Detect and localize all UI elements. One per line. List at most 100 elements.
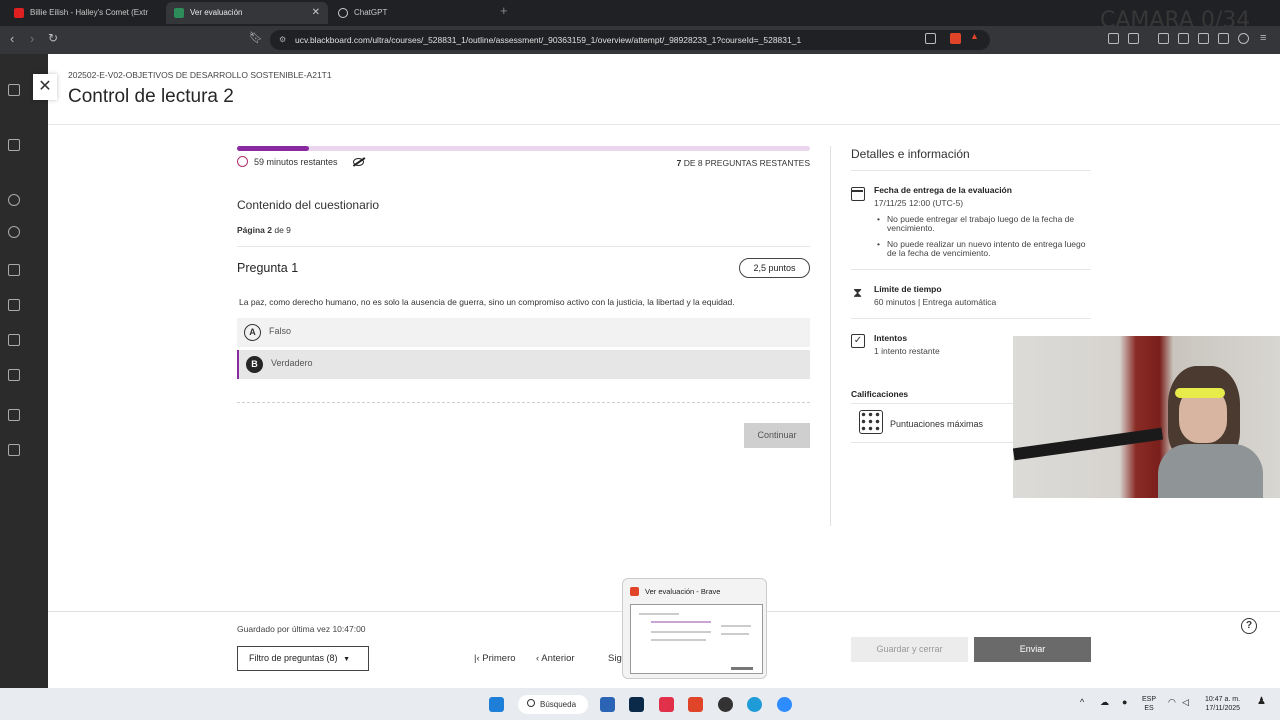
details-title: Detalles e información <box>851 147 970 161</box>
vpn-icon[interactable] <box>1218 33 1229 44</box>
option-b[interactable]: B Verdadero <box>237 350 810 379</box>
start-icon[interactable] <box>489 697 504 712</box>
brave-shields-icon[interactable] <box>950 33 961 44</box>
language-bottom: ES <box>1144 705 1154 712</box>
time-remaining-text: 59 minutos restantes <box>254 157 338 167</box>
preview-thumbnail <box>630 604 763 674</box>
onedrive-icon[interactable]: ☁ <box>1100 698 1109 707</box>
tab-label: ChatGPT <box>354 8 388 17</box>
screenshot-icon[interactable] <box>1128 33 1139 44</box>
brave-browser-icon[interactable] <box>688 697 703 712</box>
new-tab-icon[interactable]: + <box>500 3 508 18</box>
first-page-button[interactable]: |‹ Primero <box>474 653 516 664</box>
option-label: Verdadero <box>271 358 313 368</box>
help-icon[interactable]: ? <box>1241 618 1257 634</box>
wallet-icon[interactable] <box>1198 33 1209 44</box>
tab-ver-evaluacion[interactable]: Ver evaluación ✕ <box>166 2 328 24</box>
due-note: No puede entregar el trabajo luego de la… <box>877 215 1093 233</box>
notification-bell-icon[interactable]: ♟ <box>1257 697 1266 707</box>
clock-date: 17/11/2025 <box>1205 705 1241 712</box>
calendar-icon <box>8 299 20 311</box>
preview-title: Ver evaluación - Brave <box>645 587 721 596</box>
back-icon[interactable]: ‹ <box>10 31 14 46</box>
mic-tray-icon[interactable]: ● <box>1122 698 1127 707</box>
due-date-value: 17/11/25 12:00 (UTC-5) <box>874 198 964 208</box>
clock[interactable]: 10:47 a. m. 17/11/2025 <box>1205 695 1240 713</box>
photoshop-icon[interactable] <box>629 697 644 712</box>
page-title: Control de lectura 2 <box>68 86 234 107</box>
language-indicator[interactable]: ESP ES <box>1142 695 1156 713</box>
music-app-icon[interactable] <box>659 697 674 712</box>
page-total: de 9 <box>274 225 291 235</box>
microphone-arm <box>1013 427 1164 461</box>
option-letter: B <box>246 356 263 373</box>
obs-icon[interactable] <box>718 697 733 712</box>
grades-heading: Calificaciones <box>851 389 909 399</box>
due-note: No puede realizar un nuevo intento de en… <box>877 240 1093 258</box>
reload-icon[interactable]: ↻ <box>48 31 58 45</box>
brave-rewards-icon[interactable]: ▲ <box>970 31 981 42</box>
next-page-button[interactable]: Sig <box>608 653 622 664</box>
search-icon <box>527 699 535 707</box>
header-divider <box>48 124 1280 125</box>
dimmed-course-sidebar <box>0 54 48 688</box>
questions-remaining: 7 DE 8 PREGUNTAS RESTANTES <box>608 158 810 168</box>
taskbar-search[interactable]: Búsqueda <box>518 695 588 714</box>
question-title: Pregunta 1 <box>237 261 299 275</box>
extensions-icon[interactable] <box>1108 33 1119 44</box>
tab-chatgpt[interactable]: ChatGPT <box>330 2 490 24</box>
person-body <box>1158 444 1263 498</box>
vertical-divider <box>830 146 831 526</box>
forward-icon[interactable]: › <box>30 31 34 46</box>
submit-button[interactable]: Enviar <box>974 637 1091 662</box>
option-letter: A <box>244 324 261 341</box>
volume-icon[interactable]: ◁ <box>1182 698 1189 707</box>
close-tab-icon[interactable]: ✕ <box>312 2 320 24</box>
clock-time: 10:47 a. m. <box>1205 696 1241 703</box>
previous-page-button[interactable]: ‹ Anterior <box>536 653 575 664</box>
menu-icon[interactable]: ≡ <box>1260 32 1266 44</box>
browser-tab-bar: Billie Eilish - Halley's Comet (Extr Ver… <box>0 0 1280 33</box>
edge-icon[interactable] <box>747 697 762 712</box>
previous-label: Anterior <box>541 653 575 664</box>
bookmark-icon[interactable]: 🔖︎ <box>249 31 263 44</box>
site-info-icon[interactable]: ⚙ <box>279 30 286 50</box>
windows-taskbar: Búsqueda ^ ☁ ● ESP ES ◠ ◁ 10:47 a. m. 17… <box>0 688 1280 720</box>
tab-billie-eilish[interactable]: Billie Eilish - Halley's Comet (Extr <box>6 2 164 24</box>
last-saved-text: Guardado por última vez 10:47:00 <box>237 624 366 634</box>
hide-timer-icon[interactable] <box>353 158 364 166</box>
attempts-value: 1 intento restante <box>874 346 940 356</box>
tab-label: Ver evaluación <box>190 8 243 17</box>
address-bar-row: ‹ › ↻ 🔖︎ ⚙ ucv.blackboard.com/ultra/cour… <box>0 26 1280 54</box>
timer-icon <box>237 156 248 167</box>
url-field[interactable]: ⚙ ucv.blackboard.com/ultra/courses/_5288… <box>270 30 990 50</box>
divider <box>851 318 1091 319</box>
option-a[interactable]: A Falso <box>237 318 810 347</box>
continue-button[interactable]: Continuar <box>744 423 810 448</box>
tray-chevron-icon[interactable]: ^ <box>1080 698 1084 707</box>
next-label: Sig <box>608 653 622 664</box>
due-date-heading: Fecha de entrega de la evaluación <box>874 185 1012 195</box>
question-filter-dropdown[interactable]: Filtro de preguntas (8) ▼ <box>237 646 369 671</box>
progress-fill <box>237 146 309 151</box>
points-badge: 2,5 puntos <box>739 258 810 278</box>
save-and-close-button[interactable]: Guardar y cerrar <box>851 637 968 662</box>
store-icon[interactable] <box>600 697 615 712</box>
divider <box>851 269 1091 270</box>
share-icon[interactable] <box>925 33 936 44</box>
taskbar-window-preview[interactable]: Ver evaluación - Brave <box>622 578 767 679</box>
page-number: Página 2 <box>237 225 272 235</box>
divider <box>851 170 1091 171</box>
account-icon[interactable] <box>1238 33 1249 44</box>
filter-label: Filtro de preguntas (8) <box>249 653 338 663</box>
globe-icon <box>8 226 20 238</box>
close-panel-button[interactable]: ✕ <box>33 74 57 100</box>
wifi-icon[interactable]: ◠ <box>1168 698 1176 707</box>
dashed-divider <box>237 402 810 403</box>
sidebar-icon[interactable] <box>1178 33 1189 44</box>
time-remaining: 59 minutos restantes <box>237 156 338 167</box>
music-icon[interactable] <box>1158 33 1169 44</box>
progress-bar <box>237 146 810 151</box>
zoom-icon[interactable] <box>777 697 792 712</box>
page-indicator: Página 2 de 9 <box>237 225 291 235</box>
